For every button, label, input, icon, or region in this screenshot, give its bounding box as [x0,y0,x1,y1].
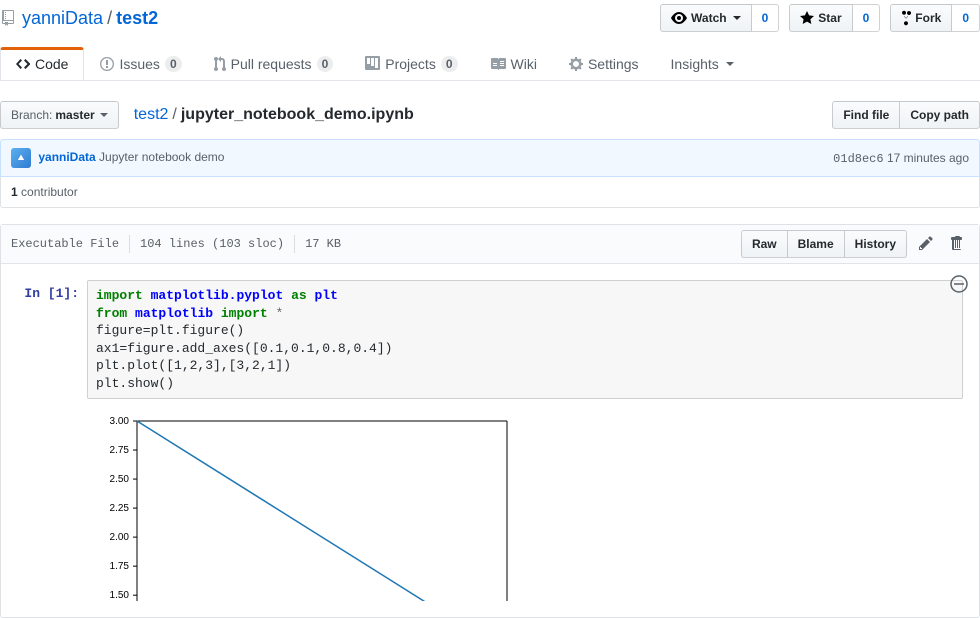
commit-author[interactable]: yanniData [38,150,95,164]
find-file-button[interactable]: Find file [832,101,900,129]
breadcrumb-root[interactable]: test2 [134,106,169,124]
watch-label: Watch [691,8,727,28]
repo-name-link[interactable]: test2 [116,8,158,29]
svg-text:2.75: 2.75 [110,445,130,456]
fork-count[interactable]: 0 [952,4,980,32]
repo-icon [0,10,16,26]
commit-message[interactable]: Jupyter notebook demo [99,150,224,164]
svg-text:3.00: 3.00 [110,416,130,427]
caret-down-icon [726,62,734,66]
history-button[interactable]: History [844,230,907,258]
issue-icon [100,56,114,72]
caret-down-icon [733,16,741,20]
raw-button[interactable]: Raw [741,230,788,258]
svg-text:1.50: 1.50 [110,590,130,601]
divider [294,235,295,253]
eye-icon [671,10,687,26]
pull-request-icon [214,56,226,72]
tab-insights[interactable]: Insights [655,48,750,80]
file-mode: Executable File [11,237,119,251]
delete-button[interactable] [945,231,969,258]
gear-icon [569,56,583,72]
contributors-count: 1 [11,185,18,199]
fork-label: Fork [915,8,941,28]
contributors-bar[interactable]: 1 contributor [0,177,980,208]
avatar: ⛰ [11,148,31,168]
tab-pulls-label: Pull requests [231,56,312,72]
svg-text:2.50: 2.50 [110,474,130,485]
output-chart: 1.50 1.75 2.00 2.25 2.50 2.75 3.00 [87,411,567,601]
commit-time: 17 minutes ago [887,151,969,165]
file-size: 17 KB [305,237,341,251]
svg-text:2.00: 2.00 [110,532,130,543]
collapse-icon [949,274,969,294]
contributors-label: contributor [21,185,78,199]
branch-name: master [55,105,94,125]
star-icon [800,10,814,26]
tab-insights-label: Insights [671,56,719,72]
tab-settings-label: Settings [588,56,639,72]
caret-down-icon [100,113,108,117]
repo-owner-link[interactable]: yanniData [22,8,103,29]
svg-text:1.75: 1.75 [110,561,130,572]
svg-text:2.25: 2.25 [110,503,130,514]
collapse-button[interactable] [949,274,969,294]
branch-select[interactable]: Branch: master [0,101,119,129]
tab-settings[interactable]: Settings [553,48,655,80]
watch-button[interactable]: Watch [660,4,752,32]
commit-tease: ⛰ yanniData Jupyter notebook demo 01d8ec… [0,139,980,177]
star-button[interactable]: Star [789,4,852,32]
watch-count[interactable]: 0 [752,4,780,32]
tab-projects[interactable]: Projects 0 [349,48,473,80]
code-cell: import matplotlib.pyplot as plt from mat… [87,280,963,399]
code-icon [16,56,30,72]
pulls-counter: 0 [317,56,334,72]
pencil-icon [919,235,933,251]
projects-counter: 0 [441,56,458,72]
branch-label: Branch: [11,105,52,125]
edit-button[interactable] [913,231,939,258]
tab-wiki[interactable]: Wiki [474,48,553,80]
tab-projects-label: Projects [385,56,436,72]
commit-sha[interactable]: 01d8ec6 [833,152,883,166]
tab-issues-label: Issues [119,56,159,72]
tab-pulls[interactable]: Pull requests 0 [198,48,350,80]
star-label: Star [818,8,841,28]
divider [129,235,130,253]
file-lines: 104 lines (103 sloc) [140,237,284,251]
blame-button[interactable]: Blame [787,230,845,258]
repo-title: yanniData / test2 [0,8,158,29]
project-icon [365,56,380,72]
tab-code-label: Code [35,56,68,72]
tab-wiki-label: Wiki [511,56,537,72]
copy-path-button[interactable]: Copy path [899,101,980,129]
tab-issues[interactable]: Issues 0 [84,48,197,80]
breadcrumb: test2 / jupyter_notebook_demo.ipynb [134,106,414,124]
book-icon [490,56,506,72]
tab-code[interactable]: Code [0,47,84,80]
cell-prompt: In [1]: [17,280,87,399]
repo-nav: Code Issues 0 Pull requests 0 Projects 0… [0,48,980,81]
breadcrumb-file: jupyter_notebook_demo.ipynb [181,106,414,124]
trash-icon [951,235,963,251]
fork-icon [901,10,911,26]
fork-button[interactable]: Fork [890,4,952,32]
issues-counter: 0 [165,56,182,72]
path-separator: / [172,106,176,124]
star-count[interactable]: 0 [853,4,881,32]
path-separator: / [107,8,112,29]
